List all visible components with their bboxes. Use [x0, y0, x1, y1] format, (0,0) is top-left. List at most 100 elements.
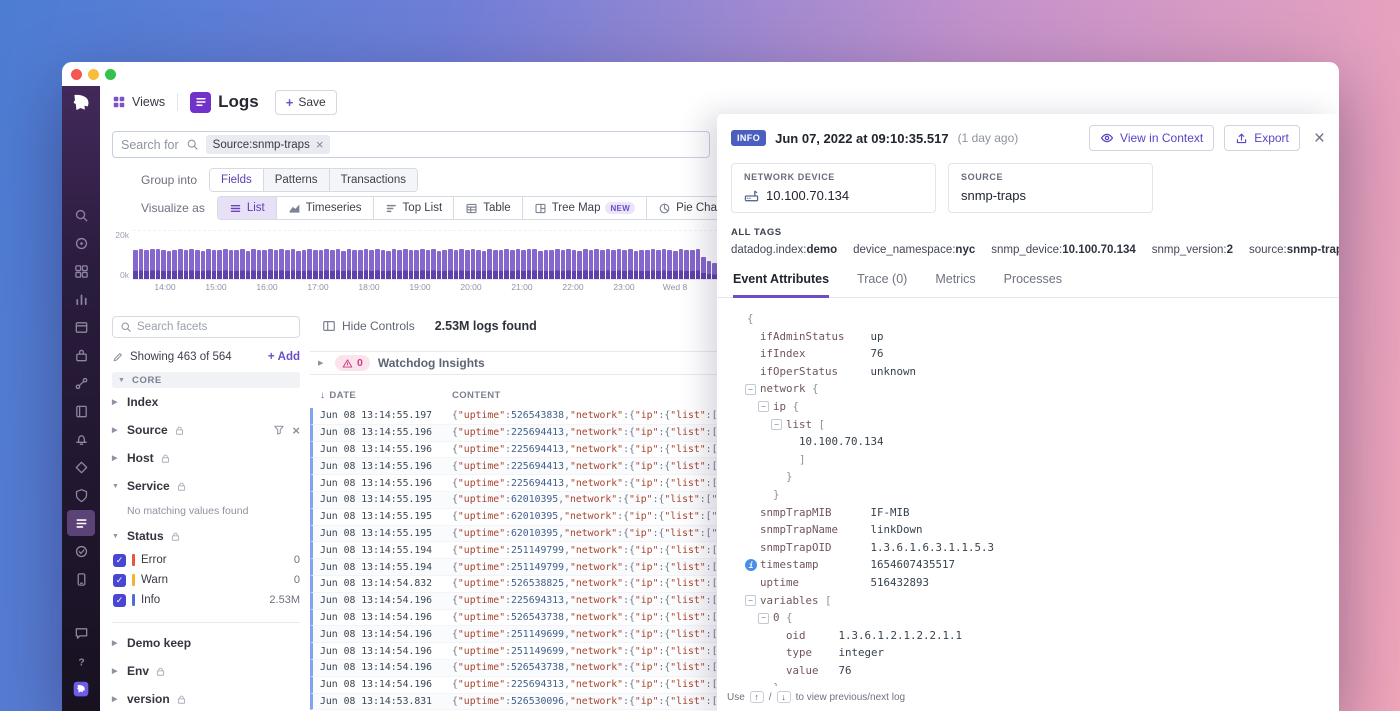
- view-in-context-button[interactable]: View in Context: [1089, 125, 1214, 151]
- tag-device-namespace[interactable]: device_namespace:nyc: [853, 244, 975, 256]
- sidebar-item-metrics[interactable]: [67, 286, 95, 312]
- log-search-bar[interactable]: Search for Source:snmp-traps ×: [112, 131, 710, 158]
- chart-plot-area[interactable]: [133, 230, 717, 280]
- add-facet-button[interactable]: +Add: [268, 351, 300, 363]
- chart-bar: [178, 249, 183, 279]
- save-button[interactable]: + Save: [275, 90, 337, 115]
- collapse-node-icon[interactable]: −: [758, 613, 769, 624]
- collapse-node-icon[interactable]: −: [758, 401, 769, 412]
- zoom-window-button[interactable]: [105, 69, 116, 80]
- chart-bar: [150, 249, 155, 279]
- export-button[interactable]: Export: [1224, 125, 1300, 151]
- log-content: {"uptime":225694313,"network":{"ip":{"li…: [452, 595, 729, 606]
- sidebar-item-watchdog[interactable]: [67, 230, 95, 256]
- sidebar-item-events[interactable]: [67, 314, 95, 340]
- lock-icon: [174, 425, 185, 436]
- pencil-icon[interactable]: [112, 351, 124, 363]
- checkbox-checked[interactable]: ✓: [113, 594, 126, 607]
- visualize-tree-map[interactable]: Tree MapNEW: [523, 197, 647, 219]
- tree-punctuation: {: [747, 312, 754, 325]
- sidebar-item-logs[interactable]: [67, 510, 95, 536]
- collapse-node-icon[interactable]: −: [745, 595, 756, 606]
- search-filter-chip[interactable]: Source:snmp-traps ×: [206, 135, 331, 154]
- tab-metrics[interactable]: Metrics: [935, 272, 975, 297]
- facet-status[interactable]: ▼Status: [112, 522, 300, 550]
- facet-host[interactable]: ▶Host: [112, 444, 300, 472]
- collapse-node-icon[interactable]: −: [771, 419, 782, 430]
- sidebar-item-rum[interactable]: [67, 566, 95, 592]
- date-column-header[interactable]: ↓ DATE: [320, 390, 452, 401]
- tag-snmp-version[interactable]: snmp_version:2: [1152, 244, 1233, 256]
- arrow-down-key: ↓: [777, 691, 791, 703]
- minimize-window-button[interactable]: [88, 69, 99, 80]
- sidebar-item-synthetics[interactable]: [67, 454, 95, 480]
- checkbox-checked[interactable]: ✓: [113, 574, 126, 587]
- remove-filter-icon[interactable]: ×: [316, 138, 324, 151]
- chart-bar: [381, 250, 386, 279]
- x-tick: 17:00: [307, 282, 328, 292]
- sidebar-item-ci[interactable]: [67, 538, 95, 564]
- sidebar-item-help[interactable]: ?: [67, 648, 95, 674]
- facet-service[interactable]: ▼Service: [112, 472, 300, 500]
- detail-card-source[interactable]: SOURCEsnmp-traps: [948, 163, 1153, 213]
- facet-option-warn[interactable]: ✓Warn0: [112, 570, 300, 590]
- pencil-icon: [112, 351, 124, 363]
- close-window-button[interactable]: [71, 69, 82, 80]
- tree-punctuation: [: [825, 594, 832, 607]
- export-icon: [1235, 132, 1248, 145]
- facet-source[interactable]: ▶Source×: [112, 416, 300, 444]
- visualize-list[interactable]: List: [218, 197, 277, 219]
- visualize-timeseries[interactable]: Timeseries: [277, 197, 374, 219]
- sidebar-item-notebooks[interactable]: [67, 398, 95, 424]
- facet-demo-keep[interactable]: ▶Demo keep: [112, 629, 300, 657]
- log-date: Jun 08 13:14:55.196: [320, 444, 452, 455]
- facet-env[interactable]: ▶Env: [112, 657, 300, 685]
- sidebar-item-integrations[interactable]: [67, 342, 95, 368]
- close-panel-icon[interactable]: ×: [1314, 129, 1325, 148]
- log-content: {"uptime":526543738,"network":{"ip":{"li…: [452, 662, 729, 673]
- group-by-patterns[interactable]: Patterns: [264, 169, 330, 191]
- detail-card-network-device[interactable]: NETWORK DEVICE10.100.70.134: [731, 163, 936, 213]
- group-by-fields[interactable]: Fields: [210, 169, 264, 191]
- lock-icon: [176, 694, 187, 705]
- remove-facet-icon[interactable]: ×: [292, 424, 300, 437]
- filter-facet-icon[interactable]: [273, 424, 285, 436]
- visualize-table[interactable]: Table: [454, 197, 523, 219]
- sidebar-item-datadog-apps[interactable]: [67, 676, 95, 702]
- sidebar-item-monitors[interactable]: [67, 426, 95, 452]
- facet-panel: Showing 463 of 564 +Add ▼ CORE ▶Index▶So…: [112, 316, 300, 711]
- sidebar-item-infrastructure[interactable]: [67, 258, 95, 284]
- search-for-label: Search for: [121, 138, 179, 152]
- views-button[interactable]: Views: [112, 95, 165, 109]
- panel-collapse-icon: [322, 319, 336, 333]
- chart-bar: [572, 250, 577, 279]
- tab-processes[interactable]: Processes: [1004, 272, 1062, 297]
- facet-option-error[interactable]: ✓Error0: [112, 550, 300, 570]
- tag-snmp-device[interactable]: snmp_device:10.100.70.134: [991, 244, 1136, 256]
- tag-source[interactable]: source:snmp-traps: [1249, 244, 1339, 256]
- hide-controls-button[interactable]: Hide Controls: [322, 319, 415, 333]
- facet-search-box[interactable]: [112, 316, 300, 338]
- facet-search-input[interactable]: [137, 321, 292, 333]
- visualize-top-list[interactable]: Top List: [374, 197, 455, 219]
- facet-index[interactable]: ▶Index: [112, 388, 300, 416]
- facet-version[interactable]: ▶version: [112, 685, 300, 711]
- chart-bar: [420, 249, 425, 279]
- sidebar-item-apm[interactable]: [67, 370, 95, 396]
- tab-trace-0[interactable]: Trace (0): [857, 272, 907, 297]
- group-by-transactions[interactable]: Transactions: [330, 169, 417, 191]
- sidebar-item-datadog-logo[interactable]: [67, 90, 95, 116]
- checkbox-checked[interactable]: ✓: [113, 554, 126, 567]
- content-column-header[interactable]: CONTENT: [452, 390, 501, 401]
- log-volume-chart: 20k 0k 14:0015:0016:0017:0018:0019:0020:…: [112, 230, 717, 291]
- facet-group-core-header[interactable]: ▼ CORE: [112, 372, 300, 388]
- tag-datadog-index[interactable]: datadog.index:demo: [731, 244, 837, 256]
- collapse-node-icon[interactable]: −: [745, 384, 756, 395]
- tab-event-attributes[interactable]: Event Attributes: [733, 272, 829, 298]
- facet-option-info[interactable]: ✓Info2.53M: [112, 590, 300, 610]
- sidebar-item-search[interactable]: [67, 202, 95, 228]
- sidebar-item-feedback[interactable]: [67, 620, 95, 646]
- tree-key: snmpTrapOID: [760, 539, 864, 557]
- sidebar-item-security[interactable]: [67, 482, 95, 508]
- core-label: CORE: [132, 375, 162, 386]
